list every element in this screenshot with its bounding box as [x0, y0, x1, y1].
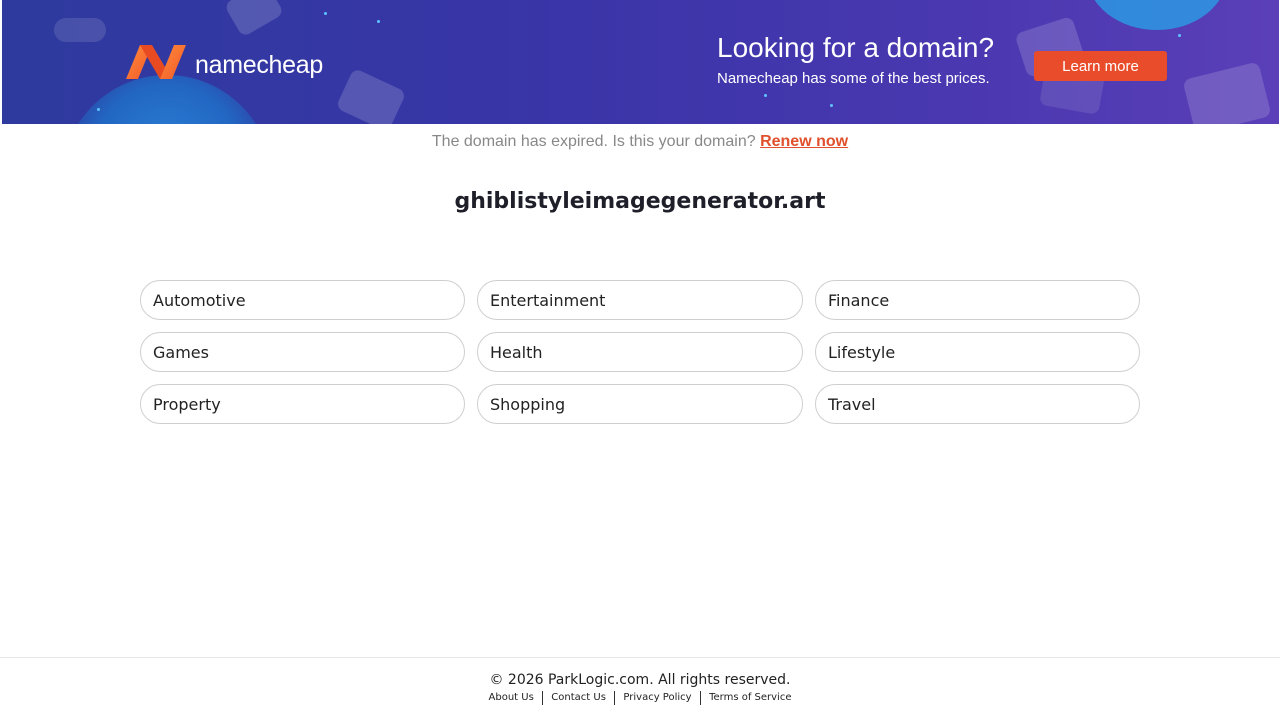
- decorative-card-icon: [335, 67, 407, 124]
- category-property[interactable]: Property: [140, 384, 465, 424]
- category-health[interactable]: Health: [477, 332, 803, 372]
- category-travel[interactable]: Travel: [815, 384, 1140, 424]
- namecheap-logo[interactable]: namecheap: [124, 43, 323, 81]
- category-entertainment[interactable]: Entertainment: [477, 280, 803, 320]
- category-shopping[interactable]: Shopping: [477, 384, 803, 424]
- namecheap-banner[interactable]: namecheap Looking for a domain? Namechea…: [2, 0, 1279, 124]
- expired-text: The domain has expired. Is this your dom…: [431, 133, 756, 150]
- copyright-text: © 2026 ParkLogic.com. All rights reserve…: [489, 672, 791, 688]
- namecheap-wordmark: namecheap: [195, 50, 323, 79]
- renew-now-link[interactable]: Renew now: [760, 133, 848, 150]
- terms-of-service-link[interactable]: Terms of Service: [701, 691, 799, 705]
- decorative-dot: [830, 104, 833, 107]
- expired-notice: The domain has expired. Is this your dom…: [0, 133, 1280, 151]
- footer-divider: [0, 657, 1280, 658]
- decorative-dot: [764, 94, 767, 97]
- decorative-cloud-icon: [54, 18, 106, 42]
- footer-links: About Us Contact Us Privacy Policy Terms…: [0, 691, 1280, 705]
- decorative-card-icon: [223, 0, 285, 38]
- category-grid: Automotive Entertainment Finance Games H…: [140, 280, 1140, 424]
- privacy-policy-link[interactable]: Privacy Policy: [615, 691, 699, 705]
- promo-subtitle: Namecheap has some of the best prices.: [717, 70, 990, 87]
- domain-title: ghiblistyleimagegenerator.art: [454, 189, 826, 214]
- category-automotive[interactable]: Automotive: [140, 280, 465, 320]
- namecheap-logo-icon: [126, 45, 186, 79]
- promo-title: Looking for a domain?: [717, 32, 995, 63]
- decorative-dot: [1178, 34, 1181, 37]
- about-us-link[interactable]: About Us: [481, 691, 542, 705]
- contact-us-link[interactable]: Contact Us: [543, 691, 614, 705]
- decorative-circle: [1087, 0, 1227, 30]
- decorative-dot: [324, 12, 327, 15]
- category-games[interactable]: Games: [140, 332, 465, 372]
- decorative-dot: [377, 20, 380, 23]
- decorative-circle: [62, 75, 272, 124]
- category-finance[interactable]: Finance: [815, 280, 1140, 320]
- decorative-card-icon: [1182, 61, 1272, 124]
- category-lifestyle[interactable]: Lifestyle: [815, 332, 1140, 372]
- learn-more-button[interactable]: Learn more: [1034, 51, 1167, 81]
- decorative-dot: [97, 108, 100, 111]
